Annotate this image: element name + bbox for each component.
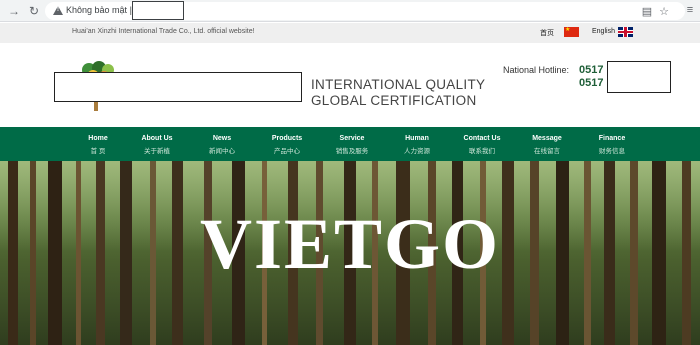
browser-toolbar: → ↻ Không bảo mật | ▤ ☆ ≡ xyxy=(0,0,700,22)
english-language-link[interactable]: English xyxy=(592,28,615,35)
warning-icon[interactable] xyxy=(53,6,63,15)
nav-item-service[interactable]: Service 销售及服务 xyxy=(322,135,382,155)
slogan-line-1: INTERNATIONAL QUALITY xyxy=(311,77,486,92)
hotline-number-2: 0517 xyxy=(579,77,604,89)
url-redaction-box xyxy=(132,1,184,20)
reload-icon[interactable]: ↻ xyxy=(26,3,42,19)
uk-flag-icon[interactable] xyxy=(618,27,633,37)
site-header: INTERNATIONAL QUALITY GLOBAL CERTIFICATI… xyxy=(0,43,700,127)
main-nav: Home 首 页 About Us 关于新植 News 新闻中心 Product… xyxy=(0,127,700,161)
security-status-label: Không bảo mật | xyxy=(66,5,132,15)
hotline-redaction-box xyxy=(607,61,671,93)
slogan-line-2: GLOBAL CERTIFICATION xyxy=(311,93,477,108)
nav-item-message[interactable]: Message 在线留言 xyxy=(517,135,577,155)
nav-item-news[interactable]: News 新闻中心 xyxy=(192,135,252,155)
chinese-language-link[interactable]: 首页 xyxy=(540,28,554,38)
nav-item-home[interactable]: Home 首 页 xyxy=(68,135,128,155)
back-arrow-icon[interactable]: → xyxy=(6,3,22,19)
china-flag-icon[interactable] xyxy=(564,26,579,37)
address-bar[interactable]: Không bảo mật | ▤ ☆ xyxy=(45,1,685,20)
welcome-text: Huai'an Xinzhi International Trade Co., … xyxy=(72,28,255,35)
nav-item-contact-us[interactable]: Contact Us 联系我们 xyxy=(452,135,512,155)
reading-list-icon[interactable]: ≡ xyxy=(683,3,697,17)
hotline-number-1: 0517 xyxy=(579,64,604,76)
banner-title: VIETGO xyxy=(199,204,501,284)
nav-item-products[interactable]: Products 产品中心 xyxy=(257,135,317,155)
translate-icon[interactable]: ▤ xyxy=(640,5,654,19)
hero-banner: VIETGO xyxy=(0,161,700,345)
nav-item-finance[interactable]: Finance 财务信息 xyxy=(582,135,642,155)
nav-item-human[interactable]: Human 人力资源 xyxy=(387,135,447,155)
bookmark-star-icon[interactable]: ☆ xyxy=(657,5,671,19)
logo-redaction-box xyxy=(54,72,302,102)
hotline-label: National Hotline: xyxy=(503,65,570,75)
nav-item-about-us[interactable]: About Us 关于新植 xyxy=(127,135,187,155)
top-info-bar: Huai'an Xinzhi International Trade Co., … xyxy=(0,23,700,43)
